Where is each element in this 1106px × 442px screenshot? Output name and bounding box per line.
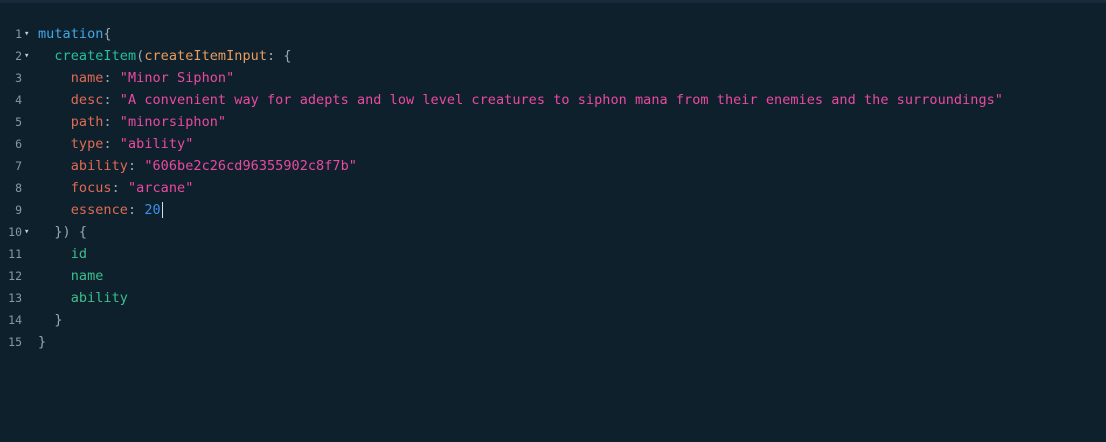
- code-token: 20: [144, 202, 161, 218]
- code-line[interactable]: 2 ▾ createItem(createItemInput: {: [0, 45, 1106, 67]
- code-text: id: [38, 243, 87, 265]
- code-text: }: [38, 331, 46, 353]
- code-line[interactable]: 9 essence: 20: [0, 199, 1106, 221]
- code-token: "Minor Siphon": [119, 70, 235, 86]
- line-number: 4: [15, 93, 22, 107]
- code-line[interactable]: 4 desc: "A convenient way for adepts and…: [0, 89, 1106, 111]
- code-line[interactable]: 3 name: "Minor Siphon": [0, 67, 1106, 89]
- line-number: 5: [15, 115, 22, 129]
- code-token: {: [103, 26, 112, 42]
- code-token: name: [70, 70, 104, 86]
- code-token: :: [103, 70, 120, 86]
- code-token: }) {: [54, 224, 88, 240]
- code-token: : {: [267, 48, 292, 64]
- line-number: 13: [8, 291, 22, 305]
- code-token: }: [38, 334, 47, 350]
- code-token: :: [103, 114, 120, 130]
- code-token: essence: [70, 202, 128, 218]
- line-number: 12: [8, 269, 22, 283]
- code-text: type: "ability": [38, 133, 194, 155]
- line-number: 14: [8, 313, 22, 327]
- code-text: essence: 20: [38, 199, 163, 221]
- code-token: path: [70, 114, 104, 130]
- code-text: name: "Minor Siphon": [38, 67, 235, 89]
- line-number: 2: [15, 49, 22, 63]
- code-token: "606be2c26cd96355902c8f7b": [144, 158, 357, 174]
- code-token: createItemInput: [144, 48, 267, 64]
- code-line[interactable]: 12 name: [0, 265, 1106, 287]
- code-line[interactable]: 1 ▾ mutation{: [0, 23, 1106, 45]
- line-number: 15: [8, 335, 22, 349]
- code-text: }) {: [38, 221, 87, 243]
- code-token: :: [103, 92, 120, 108]
- code-line[interactable]: 13 ability: [0, 287, 1106, 309]
- fold-chevron-down-icon[interactable]: ▾: [24, 221, 34, 243]
- code-line[interactable]: 8 focus: "arcane": [0, 177, 1106, 199]
- code-text: ability: "606be2c26cd96355902c8f7b": [38, 155, 357, 177]
- code-text: path: "minorsiphon": [38, 111, 226, 133]
- line-number: 8: [15, 181, 22, 195]
- editor-top-border: [0, 0, 1106, 3]
- query-editor[interactable]: 1 ▾ mutation{2 ▾ createItem(createItemInput…: [0, 23, 1106, 423]
- fold-chevron-down-icon[interactable]: ▾: [24, 45, 34, 67]
- code-token: ability: [70, 158, 128, 174]
- code-text: name: [38, 265, 104, 287]
- code-line[interactable]: 15}: [0, 331, 1106, 353]
- code-text: ability: [38, 287, 128, 309]
- code-text: focus: "arcane": [38, 177, 194, 199]
- code-token: createItem: [54, 48, 137, 64]
- code-text: createItem(createItemInput: {: [38, 45, 292, 67]
- code-token: :: [127, 202, 145, 218]
- code-token: focus: [70, 180, 112, 196]
- code-token: id: [70, 246, 88, 262]
- code-line[interactable]: 11 id: [0, 243, 1106, 265]
- code-token: :: [111, 180, 128, 196]
- code-text: mutation{: [38, 23, 112, 45]
- code-line[interactable]: 5 path: "minorsiphon": [0, 111, 1106, 133]
- code-token: name: [70, 268, 104, 284]
- line-number: 1: [15, 27, 22, 41]
- fold-chevron-down-icon[interactable]: ▾: [24, 23, 34, 45]
- code-token: type: [70, 136, 104, 152]
- code-token: "ability": [119, 136, 194, 152]
- line-number: 3: [15, 71, 22, 85]
- code-token: ability: [70, 290, 128, 306]
- code-token: }: [54, 312, 63, 328]
- text-cursor: [161, 202, 163, 218]
- line-number: 11: [8, 247, 22, 261]
- code-token: mutation: [38, 26, 104, 42]
- code-token: :: [127, 158, 145, 174]
- line-number: 10: [8, 225, 22, 239]
- code-text: }: [38, 309, 63, 331]
- code-token: "minorsiphon": [119, 114, 227, 130]
- code-line[interactable]: 7 ability: "606be2c26cd96355902c8f7b": [0, 155, 1106, 177]
- code-token: "A convenient way for adepts and low lev…: [119, 92, 1003, 108]
- line-number: 7: [15, 159, 22, 173]
- line-number: 9: [15, 203, 22, 217]
- line-number: 6: [15, 137, 22, 151]
- code-text: desc: "A convenient way for adepts and l…: [38, 89, 1003, 111]
- code-token: :: [103, 136, 120, 152]
- code-token: desc: [70, 92, 104, 108]
- code-token: "arcane": [127, 180, 194, 196]
- code-line[interactable]: 10 ▾ }) {: [0, 221, 1106, 243]
- code-line[interactable]: 6 type: "ability": [0, 133, 1106, 155]
- code-line[interactable]: 14 }: [0, 309, 1106, 331]
